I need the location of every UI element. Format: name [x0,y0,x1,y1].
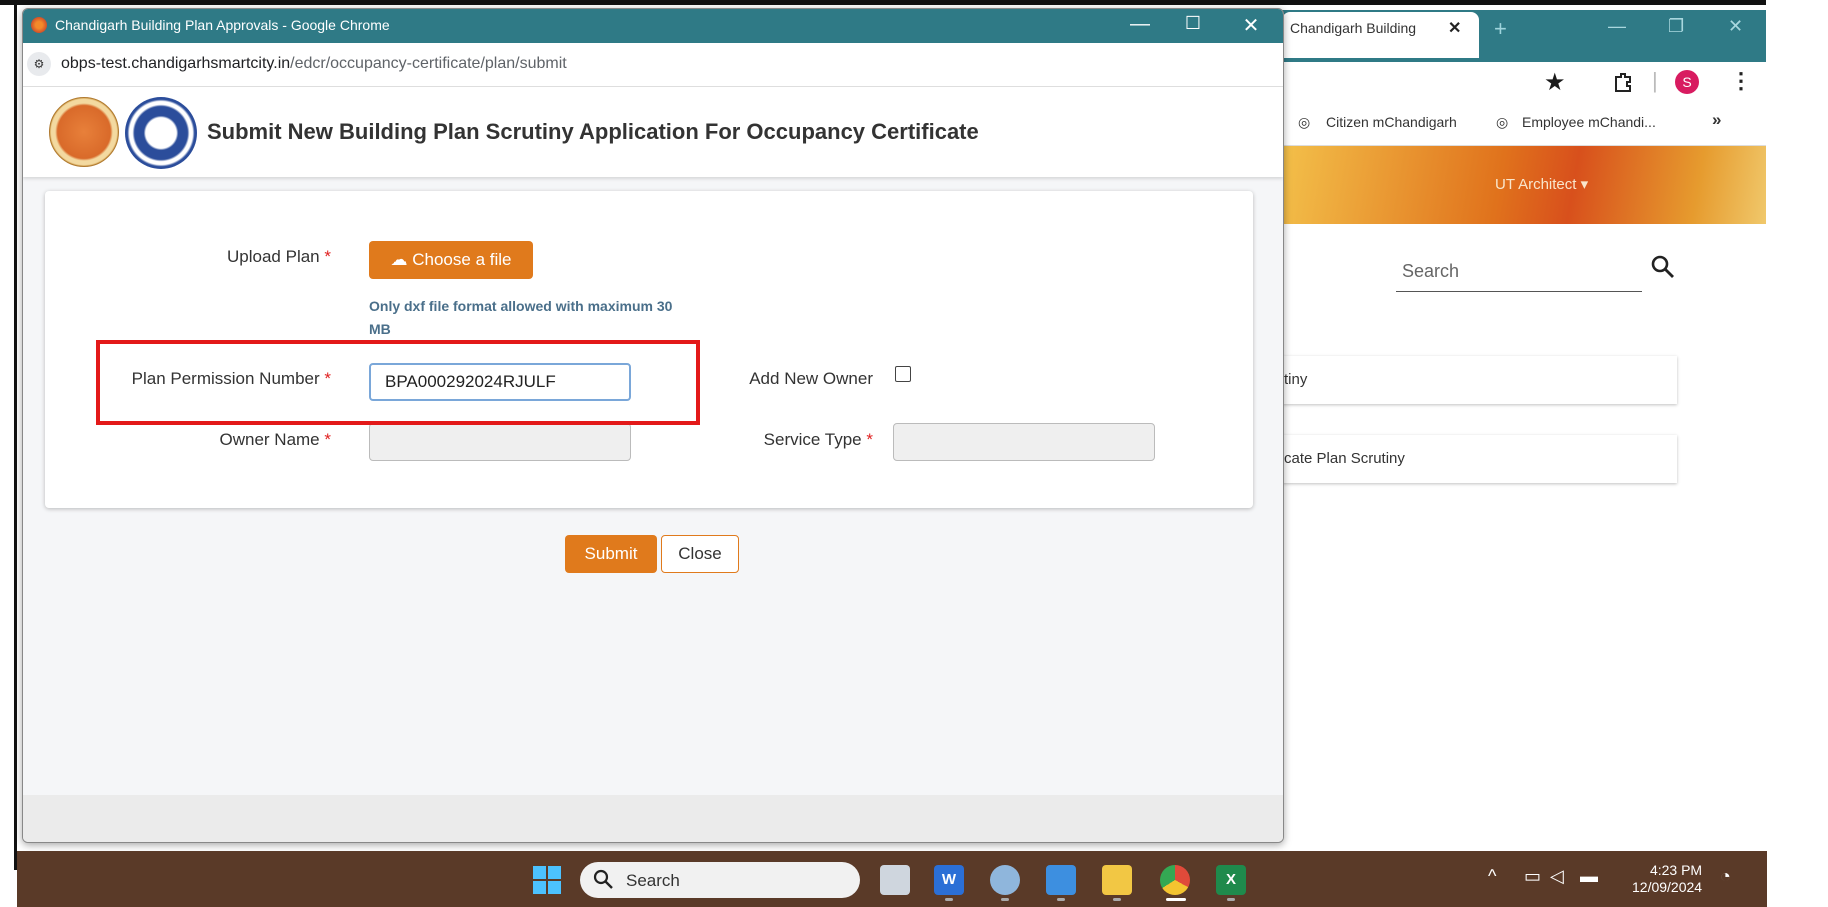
search-underline [1396,291,1642,292]
service-type-input[interactable] [893,423,1155,461]
choose-file-button[interactable]: ☁ Choose a file [369,241,533,279]
network-icon[interactable]: ▭ [1524,866,1541,887]
running-indicator [945,898,953,901]
background-card-1[interactable]: tiny [1282,356,1677,404]
bookmark-star-icon[interactable]: ★ [1544,68,1566,97]
bookmarks-overflow-icon[interactable]: » [1712,110,1721,130]
app-header: Submit New Building Plan Scrutiny Applic… [23,87,1283,177]
background-tab-close-icon[interactable]: ✕ [1448,18,1461,38]
required-mark: * [324,430,331,449]
file-format-hint: Only dxf file format allowed with maximu… [369,295,729,341]
task-view-icon[interactable] [880,865,910,895]
close-button[interactable]: Close [661,535,739,573]
owner-name-input[interactable] [369,423,631,461]
running-indicator [1227,898,1235,901]
volume-icon[interactable]: ◁ [1550,866,1564,887]
search-icon[interactable] [1650,254,1676,280]
clock-date: 12/09/2024 [1632,879,1703,895]
url-host: obps-test.chandigarhsmartcity.in [61,55,291,72]
extensions-icon[interactable] [1612,71,1634,93]
required-mark: * [324,247,331,266]
new-tab-button[interactable]: + [1494,16,1507,42]
owner-name-label: Owner Name * [105,430,332,450]
excel-icon[interactable]: X [1216,865,1246,895]
add-new-owner-label: Add New Owner [749,369,873,388]
popup-footer [23,795,1283,842]
toolbar-divider: | [1652,68,1658,93]
background-card-2-text: cate Plan Scrutiny [1284,450,1405,467]
file-format-hint-line2: MB [369,321,391,337]
screen-border-left [0,0,17,870]
window-title: Chandigarh Building Plan Approvals - Goo… [55,17,390,33]
background-tab-title: Chandigarh Building [1290,20,1417,36]
required-mark: * [866,430,873,449]
notepad-icon[interactable] [1046,865,1076,895]
background-restore-icon[interactable]: ❐ [1668,16,1684,37]
clock-time: 4:23 PM [1649,862,1703,878]
file-format-hint-line1: Only dxf file format allowed with maximu… [369,298,673,314]
background-card-1-text: tiny [1284,371,1308,388]
taskbar-search-icon [593,869,613,889]
settings-icon[interactable] [990,865,1020,895]
profile-avatar[interactable]: S [1675,70,1699,94]
upload-plan-label: Upload Plan * [105,247,331,267]
chandigarh-administration-logo [49,97,119,167]
chrome-taskbar-icon[interactable] [1160,865,1190,895]
upload-cloud-icon: ☁ [390,250,408,269]
notification-bell-icon[interactable]: ◔ [1720,866,1731,887]
tray-overflow-icon[interactable]: ^ [1488,866,1496,887]
running-indicator [1057,898,1065,901]
municipal-corporation-logo [125,97,197,169]
submit-button[interactable]: Submit [565,535,657,573]
chrome-menu-icon[interactable]: ⋮ [1730,68,1752,94]
bookmark-globe-icon: ◎ [1496,114,1509,130]
choose-file-label: Choose a file [412,250,512,269]
page-title: Submit New Building Plan Scrutiny Applic… [207,119,979,144]
service-type-label-text: Service Type [763,430,862,449]
background-minimize-icon[interactable]: — [1608,16,1626,37]
file-explorer-icon[interactable] [1102,865,1132,895]
background-card-2[interactable]: cate Plan Scrutiny [1282,435,1677,483]
screen-border-top [0,0,1768,5]
close-window-icon[interactable]: ✕ [1236,13,1266,38]
highlight-annotation-box [96,340,700,425]
background-close-icon[interactable]: ✕ [1728,16,1743,37]
battery-icon[interactable]: ▬ [1580,866,1598,887]
taskbar-clock[interactable]: 4:23 PM 12/09/2024 [1632,862,1702,896]
maximize-icon[interactable]: ☐ [1178,13,1208,34]
service-type-label: Service Type * [695,430,873,450]
taskbar-search[interactable] [580,862,860,898]
owner-name-label-text: Owner Name [219,430,320,449]
address-bar[interactable]: ⚙ obps-test.chandigarhsmartcity.in/edcr/… [23,43,1283,87]
bookmark-employee[interactable]: Employee mChandi... [1522,114,1656,130]
user-menu[interactable]: UT Architect ▾ [1495,175,1588,193]
active-indicator [1166,898,1186,901]
upload-plan-label-text: Upload Plan [227,247,320,266]
background-toolbar: ★ | S ⋮ [1282,62,1767,104]
popup-titlebar[interactable]: Chandigarh Building Plan Approvals - Goo… [23,9,1283,43]
url-text[interactable]: obps-test.chandigarhsmartcity.in/edcr/oc… [61,55,567,73]
popup-window: Chandigarh Building Plan Approvals - Goo… [22,8,1284,843]
word-icon[interactable]: W [934,865,964,895]
site-info-icon[interactable]: ⚙ [27,52,51,76]
screen-border-right [1766,0,1828,907]
running-indicator [1113,898,1121,901]
add-new-owner-checkbox[interactable] [895,366,911,382]
bookmark-globe-icon: ◎ [1298,114,1311,130]
minimize-icon[interactable]: — [1125,13,1155,36]
url-path: /edcr/occupancy-certificate/plan/submit [290,55,567,72]
bookmark-citizen[interactable]: Citizen mChandigarh [1326,114,1457,130]
chrome-icon [31,17,47,33]
running-indicator [1001,898,1009,901]
background-search-input[interactable]: Search [1402,261,1459,282]
windows-start-icon[interactable] [533,866,561,894]
taskbar-search-label: Search [626,871,680,890]
